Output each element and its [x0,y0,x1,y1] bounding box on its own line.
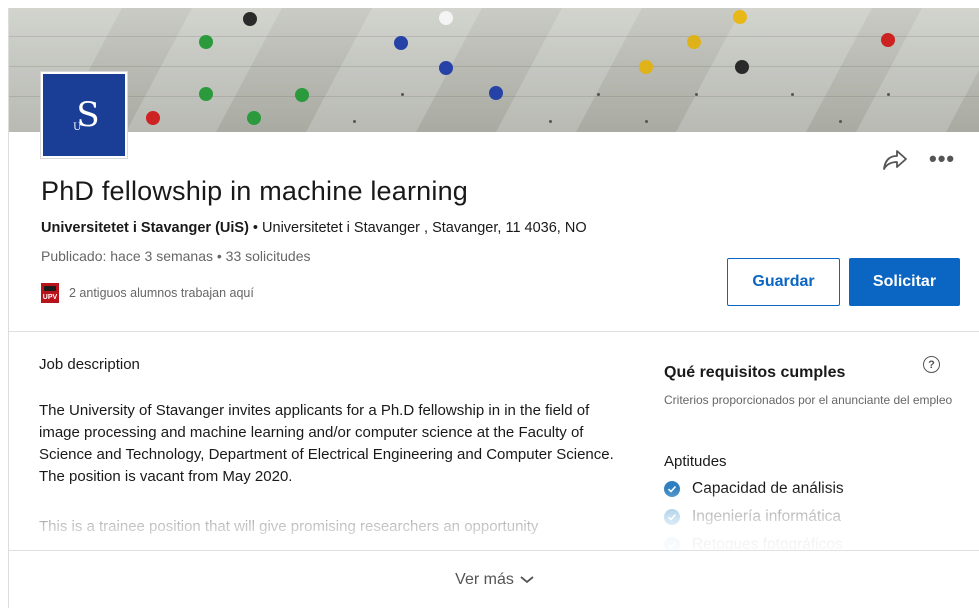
alumni-text: 2 antiguos alumnos trabajan aquí [69,286,254,300]
job-location: Universitetet i Stavanger , Stavanger, 1… [262,220,587,236]
see-more-button[interactable]: Ver más [9,550,979,608]
save-button[interactable]: Guardar [727,258,840,306]
requirements-title: Qué requisitos cumples [664,364,846,381]
separator: • [248,220,263,236]
job-description-paragraph: The University of Stavanger invites appl… [39,402,614,485]
apply-button[interactable]: Solicitar [849,258,960,306]
more-horizontal-icon[interactable]: ••• [929,146,955,172]
job-description-heading: Job description [39,356,140,373]
see-more-label: Ver más [455,570,514,588]
company-name-link[interactable]: Universitetet i Stavanger (UiS) [41,220,249,236]
section-divider [9,331,979,332]
alumni-insight[interactable]: UPV 2 antiguos alumnos trabajan aquí [41,283,254,303]
job-description-paragraph-2: This is a trainee position that will giv… [39,518,539,535]
skill-label: Capacidad de análisis [692,480,844,497]
posted-meta: Publicado: hace 3 semanas • 33 solicitud… [41,248,311,264]
chevron-down-icon [520,575,534,583]
company-banner-image [9,8,979,132]
skills-heading: Aptitudes [664,453,727,470]
share-arrow-icon[interactable] [882,149,908,171]
help-question-icon[interactable]: ? [923,356,940,373]
skill-item: Ingeniería informática [664,508,841,526]
company-logo[interactable]: S U [40,71,128,159]
company-location-line: Universitetet i Stavanger (UiS) • Univer… [41,220,587,236]
job-card: S U ••• PhD fellowship in machine learni… [8,8,979,608]
skill-item: Capacidad de análisis [664,480,844,498]
upv-logo-icon: UPV [41,283,59,303]
logo-small-letter: U [73,122,82,133]
check-circle-icon [664,481,680,497]
job-title: PhD fellowship in machine learning [41,176,469,206]
requirements-subtitle: Criterios proporcionados por el anuncian… [664,393,953,407]
upv-logo-text: UPV [42,294,58,301]
check-circle-icon [664,509,680,525]
skill-label: Ingeniería informática [692,508,842,525]
